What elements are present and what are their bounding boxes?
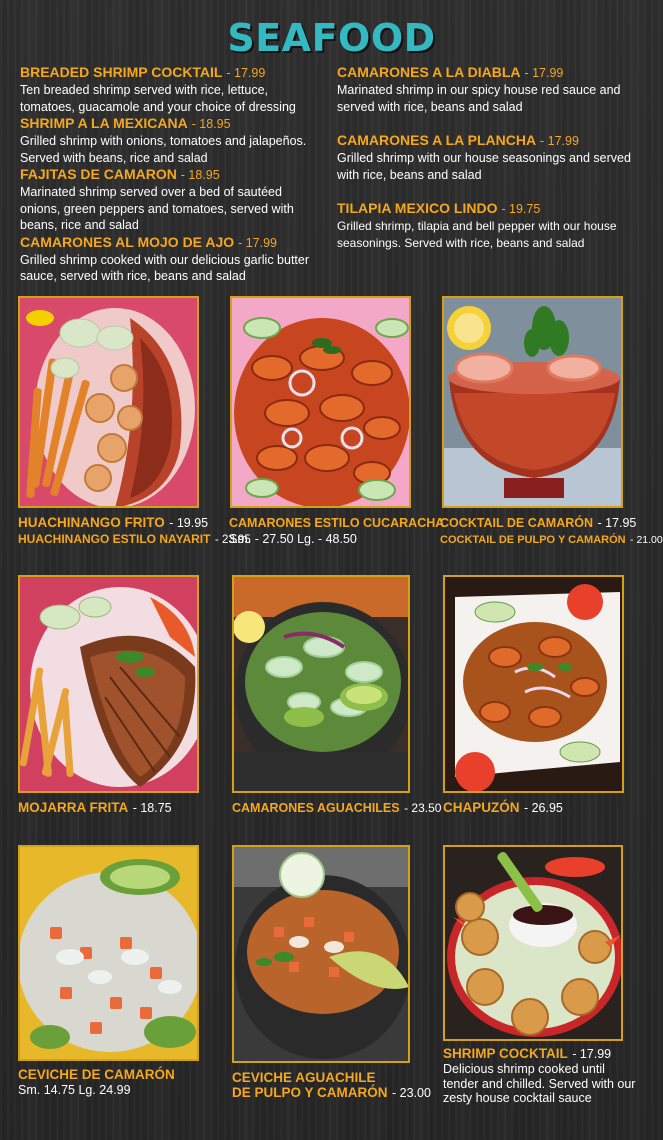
dish-price: - 23.50: [404, 801, 442, 815]
item-name: CAMARONES AL MOJO DE AJO: [20, 233, 235, 250]
dish-photo-cocktail-camaron: [442, 296, 623, 508]
dish-name: SHRIMP COCKTAIL: [443, 1046, 568, 1061]
dish-price: - 19.95: [169, 516, 209, 530]
dish-photo-mojarra-frita: [18, 575, 199, 793]
item-name: CAMARONES A LA DIABLA: [337, 64, 521, 80]
dish-description: Delicious shrimp cooked until tender and…: [443, 1062, 636, 1105]
dish-caption-chapuzon: CHAPUZÓN - 26.95: [443, 800, 563, 816]
page-title: SEAFOOD: [227, 16, 436, 60]
dish-photo-shrimp-cocktail: [443, 845, 623, 1041]
menu-item-breaded-shrimp-cocktail: BREADED SHRIMP COCKTAIL - 17.99 Ten brea…: [20, 64, 325, 115]
dish-name: HUACHINANGO FRITO: [18, 515, 165, 530]
item-price: - 17.99: [540, 134, 579, 148]
menu-item-fajitas-de-camaron: FAJITAS DE CAMARON - 18.95 Marinated shr…: [20, 166, 325, 234]
dish-photo-ceviche-camaron: [18, 845, 199, 1061]
menu-item-camarones-a-la-diabla: CAMARONES A LA DIABLA - 17.99 Marinated …: [337, 64, 652, 115]
dish-name: MOJARRA FRITA: [18, 800, 129, 815]
dish-price: - 17.99: [572, 1047, 612, 1061]
dish-name: CAMARONES AGUACHILES: [232, 801, 400, 815]
dish-price: - 21.00: [630, 534, 663, 546]
dish-caption-cocktail-camaron: COCKTAIL DE CAMARÓN - 17.95 COCKTAIL DE …: [440, 515, 663, 548]
dish-price: Sm. - 27.50 Lg. - 48.50: [229, 532, 357, 546]
item-name: BREADED SHRIMP COCKTAIL: [20, 64, 223, 80]
dish-photo-huachinango: [18, 296, 199, 508]
menu-column-right: CAMARONES A LA DIABLA - 17.99 Marinated …: [337, 64, 652, 268]
dish-name: HUACHINANGO ESTILO NAYARIT: [18, 532, 211, 546]
dish-caption-huachinango: HUACHINANGO FRITO - 19.95 HUACHINANGO ES…: [18, 515, 251, 548]
dish-name: CEVICHE AGUACHILE: [232, 1070, 376, 1085]
item-name: FAJITAS DE CAMARON: [20, 166, 177, 182]
item-description: Marinated shrimp served over a bed of sa…: [20, 185, 294, 232]
menu-column-left: BREADED SHRIMP COCKTAIL - 17.99 Ten brea…: [20, 64, 325, 285]
dish-price: - 18.75: [132, 801, 172, 815]
item-description: Grilled shrimp with onions, tomatoes and…: [20, 134, 307, 165]
item-price: - 18.95: [180, 168, 220, 182]
item-name: SHRIMP A LA MEXICANA: [20, 115, 188, 131]
dish-photo-camarones-cucaracha: [230, 296, 411, 508]
menu-item-camarones-al-mojo-de-ajo: CAMARONES AL MOJO DE AJO - 17.99 Grilled…: [20, 234, 325, 285]
dish-photo-chapuzon: [443, 575, 624, 793]
dish-photo-ceviche-aguachile: [232, 845, 410, 1063]
item-price: - 17.99: [238, 235, 277, 250]
dish-name: DE PULPO Y CAMARÓN: [232, 1085, 388, 1100]
dish-caption-camarones-cucaracha: CAMARONES ESTILO CUCARACHA Sm. - 27.50 L…: [229, 515, 444, 547]
item-price: - 17.99: [524, 66, 564, 80]
dish-name: CEVICHE DE CAMARÓN: [18, 1067, 175, 1082]
dish-name: COCKTAIL DE CAMARÓN: [440, 516, 594, 530]
dish-name: CAMARONES ESTILO CUCARACHA: [229, 516, 445, 530]
item-description: Grilled shrimp, tilapia and bell pepper …: [337, 219, 617, 250]
dish-price: - 17.95: [597, 516, 637, 530]
menu-item-shrimp-a-la-mexicana: SHRIMP A LA MEXICANA - 18.95 Grilled shr…: [20, 115, 325, 166]
dish-price: - 23.00: [391, 1086, 431, 1100]
dish-photo-camarones-aguachiles: [232, 575, 410, 793]
dish-caption-shrimp-cocktail: SHRIMP COCKTAIL - 17.99 Delicious shrimp…: [443, 1046, 643, 1106]
menu-item-camarones-a-la-plancha: CAMARONES A LA PLANCHA - 17.99 Grilled s…: [337, 132, 652, 183]
dish-name: COCKTAIL DE PULPO Y CAMARÓN: [440, 534, 626, 546]
menu-item-tilapia-mexico-lindo: TILAPIA MEXICO LINDO - 19.75 Grilled shr…: [337, 200, 652, 251]
dish-caption-ceviche-camaron: CEVICHE DE CAMARÓN Sm. 14.75 Lg. 24.99: [18, 1067, 175, 1098]
dish-price: Sm. 14.75 Lg. 24.99: [18, 1083, 131, 1097]
item-price: - 17.99: [226, 66, 266, 80]
item-description: Ten breaded shrimp served with rice, let…: [20, 83, 296, 114]
item-description: Grilled shrimp with our house seasonings…: [337, 151, 631, 182]
item-description: Marinated shrimp in our spicy house red …: [337, 83, 621, 114]
dish-caption-mojarra-frita: MOJARRA FRITA - 18.75: [18, 800, 172, 816]
item-name: CAMARONES A LA PLANCHA: [337, 132, 537, 148]
item-name: TILAPIA MEXICO LINDO: [337, 200, 498, 216]
dish-price: - 26.95: [523, 801, 563, 815]
item-price: - 18.95: [191, 117, 231, 131]
dish-name: CHAPUZÓN: [443, 800, 520, 815]
dish-caption-ceviche-aguachile: CEVICHE AGUACHILE DE PULPO Y CAMARÓN - 2…: [232, 1070, 431, 1101]
item-description: Grilled shrimp cooked with our delicious…: [20, 252, 310, 284]
dish-caption-camarones-aguachiles: CAMARONES AGUACHILES - 23.50: [232, 800, 441, 816]
item-price: - 19.75: [501, 202, 541, 216]
